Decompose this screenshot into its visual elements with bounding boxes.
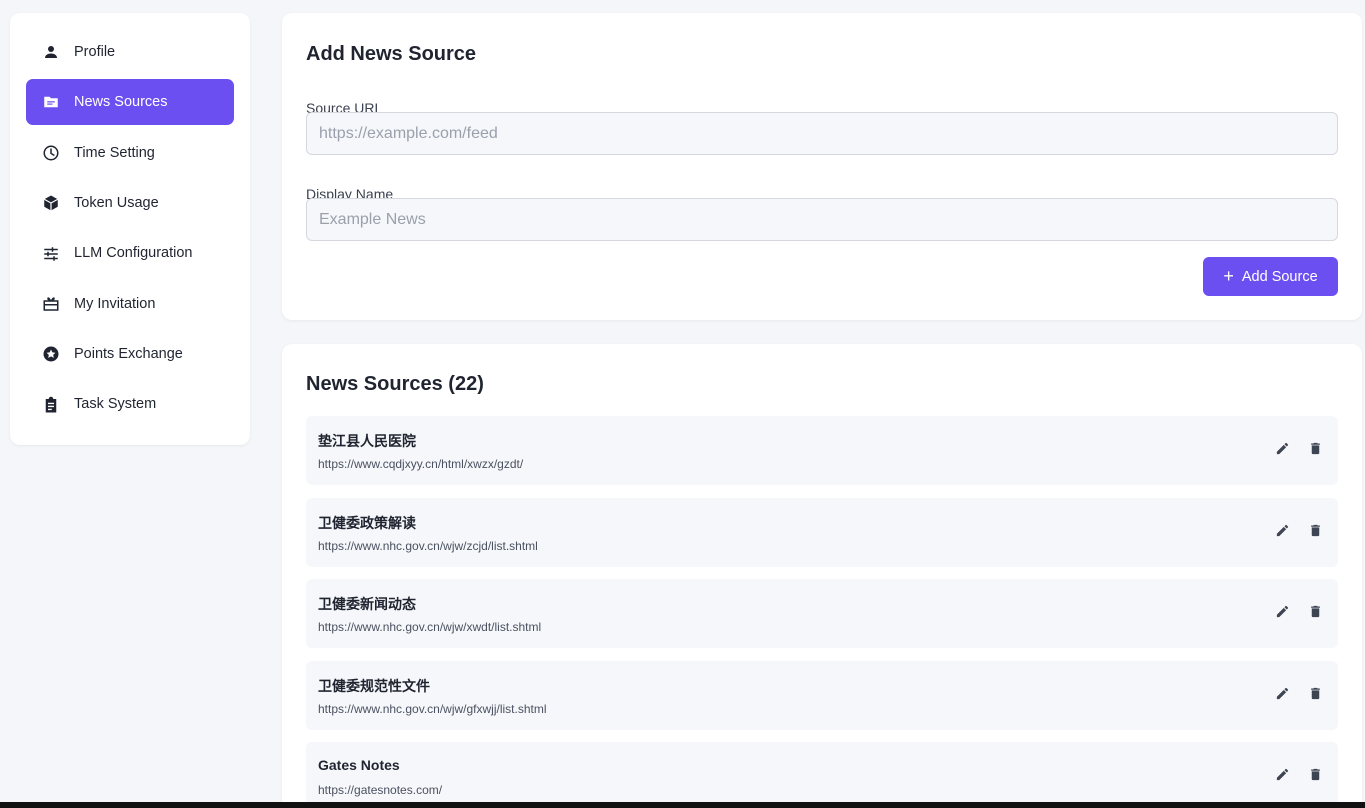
delete-icon[interactable] (1307, 522, 1324, 539)
clipboard-icon (41, 395, 61, 415)
edit-icon[interactable] (1274, 685, 1291, 702)
edit-icon[interactable] (1274, 440, 1291, 457)
source-name: 卫健委新闻动态 (318, 596, 416, 612)
delete-icon[interactable] (1307, 685, 1324, 702)
plus-icon: + (1223, 266, 1234, 286)
edit-icon[interactable] (1274, 522, 1291, 539)
list-item: 卫健委政策解读 https://www.nhc.gov.cn/wjw/zcjd/… (306, 497, 1338, 567)
source-url: https://www.nhc.gov.cn/wjw/zcjd/list.sht… (318, 538, 538, 553)
source-name: 垫江县人民医院 (318, 433, 416, 449)
list-item: 卫健委规范性文件 https://www.nhc.gov.cn/wjw/gfxw… (306, 660, 1338, 730)
list-item: 垫江县人民医院 https://www.cqdjxyy.cn/html/xwzx… (306, 416, 1338, 485)
source-list: 垫江县人民医院 https://www.cqdjxyy.cn/html/xwzx… (306, 416, 1338, 808)
sidebar-item-time-setting[interactable]: Time Setting (26, 130, 234, 176)
sidebar-item-label: Task System (74, 396, 157, 413)
delete-icon[interactable] (1307, 603, 1324, 620)
folder-icon (41, 92, 61, 112)
news-sources-title: News Sources (22) (306, 373, 484, 395)
source-url: https://www.cqdjxyy.cn/html/xwzx/gzdt/ (318, 457, 524, 471)
sidebar-item-my-invitation[interactable]: My Invitation (26, 281, 234, 327)
sidebar-item-points-exchange[interactable]: Points Exchange (26, 331, 234, 377)
source-name: 卫健委规范性文件 (318, 677, 430, 694)
star-badge-icon (41, 344, 61, 364)
delete-icon[interactable] (1307, 766, 1324, 783)
display-name-input[interactable] (306, 198, 1338, 241)
sidebar-item-label: Token Usage (74, 194, 159, 211)
source-url-input[interactable] (306, 112, 1338, 155)
news-sources-card: News Sources (22) 垫江县人民医院 https://www.cq… (282, 344, 1362, 808)
row-actions (1274, 766, 1324, 783)
add-source-card: Add News Source Source URL Display Name … (282, 13, 1362, 320)
sidebar-item-label: Points Exchange (74, 346, 183, 363)
list-item: Gates Notes https://gatesnotes.com/ (306, 742, 1338, 808)
settings-sidebar: Profile News Sources Time Setting Token … (10, 13, 250, 445)
sidebar-item-token-usage[interactable]: Token Usage (26, 180, 234, 226)
sidebar-item-label: News Sources (74, 94, 168, 111)
cube-icon (41, 193, 61, 213)
window-bottom-edge (0, 802, 1365, 808)
sidebar-item-llm-configuration[interactable]: LLM Configuration (26, 231, 234, 277)
add-source-title: Add News Source (306, 43, 477, 65)
row-actions (1274, 603, 1324, 620)
source-name: Gates Notes (318, 757, 400, 773)
edit-icon[interactable] (1274, 603, 1291, 620)
delete-icon[interactable] (1307, 440, 1324, 457)
gift-card-icon (41, 294, 61, 314)
sidebar-item-label: My Invitation (74, 295, 156, 312)
sidebar-item-profile[interactable]: Profile (26, 29, 234, 75)
row-actions (1274, 685, 1324, 702)
row-actions (1274, 440, 1324, 457)
edit-icon[interactable] (1274, 766, 1291, 783)
source-url: https://www.nhc.gov.cn/wjw/xwdt/list.sht… (318, 620, 542, 634)
source-url: https://gatesnotes.com/ (318, 783, 443, 797)
add-source-button[interactable]: + Add Source (1203, 257, 1338, 296)
person-icon (41, 42, 61, 62)
source-url: https://www.nhc.gov.cn/wjw/gfxwjj/list.s… (318, 701, 547, 716)
sidebar-item-label: Profile (74, 43, 116, 60)
source-name: 卫健委政策解读 (318, 514, 416, 531)
row-actions (1274, 522, 1324, 539)
sidebar-item-label: Time Setting (74, 144, 155, 161)
clock-icon (41, 143, 61, 163)
add-source-button-label: Add Source (1241, 268, 1318, 285)
sidebar-item-label: LLM Configuration (74, 245, 193, 262)
sidebar-item-news-sources[interactable]: News Sources (26, 79, 234, 126)
sidebar-item-task-system[interactable]: Task System (26, 382, 234, 428)
sliders-icon (41, 244, 61, 264)
list-item: 卫健委新闻动态 https://www.nhc.gov.cn/wjw/xwdt/… (306, 579, 1338, 648)
